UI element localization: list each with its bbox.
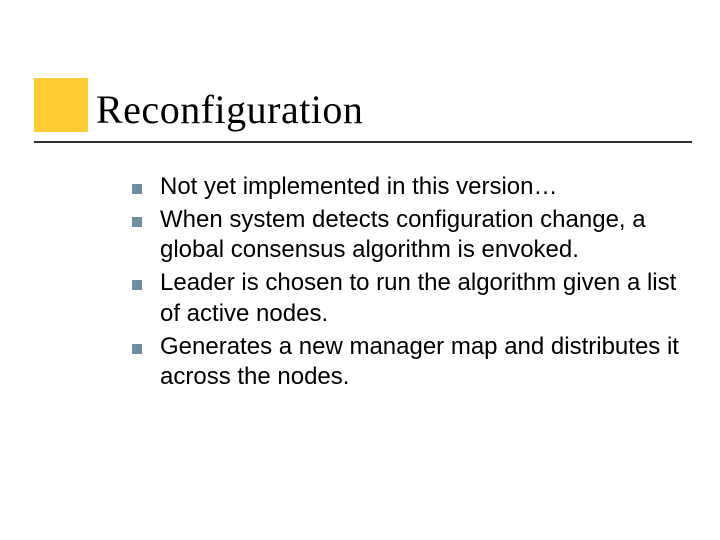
title-underline (34, 141, 692, 143)
square-bullet-icon (132, 217, 142, 227)
bullet-text: Leader is chosen to run the algorithm gi… (160, 268, 684, 329)
slide-title: Reconfiguration (96, 86, 680, 133)
bullet-text: Not yet implemented in this version… (160, 172, 558, 203)
slide-title-wrap: Reconfiguration (96, 86, 680, 133)
square-bullet-icon (132, 344, 142, 354)
bullet-text: Generates a new manager map and distribu… (160, 332, 684, 393)
list-item: Generates a new manager map and distribu… (132, 332, 684, 393)
list-item: Leader is chosen to run the algorithm gi… (132, 268, 684, 329)
slide-body: Not yet implemented in this version… Whe… (132, 172, 684, 395)
list-item: When system detects configuration change… (132, 205, 684, 266)
bullet-text: When system detects configuration change… (160, 205, 684, 266)
square-bullet-icon (132, 280, 142, 290)
square-bullet-icon (132, 184, 142, 194)
title-accent-square (34, 78, 88, 132)
list-item: Not yet implemented in this version… (132, 172, 684, 203)
